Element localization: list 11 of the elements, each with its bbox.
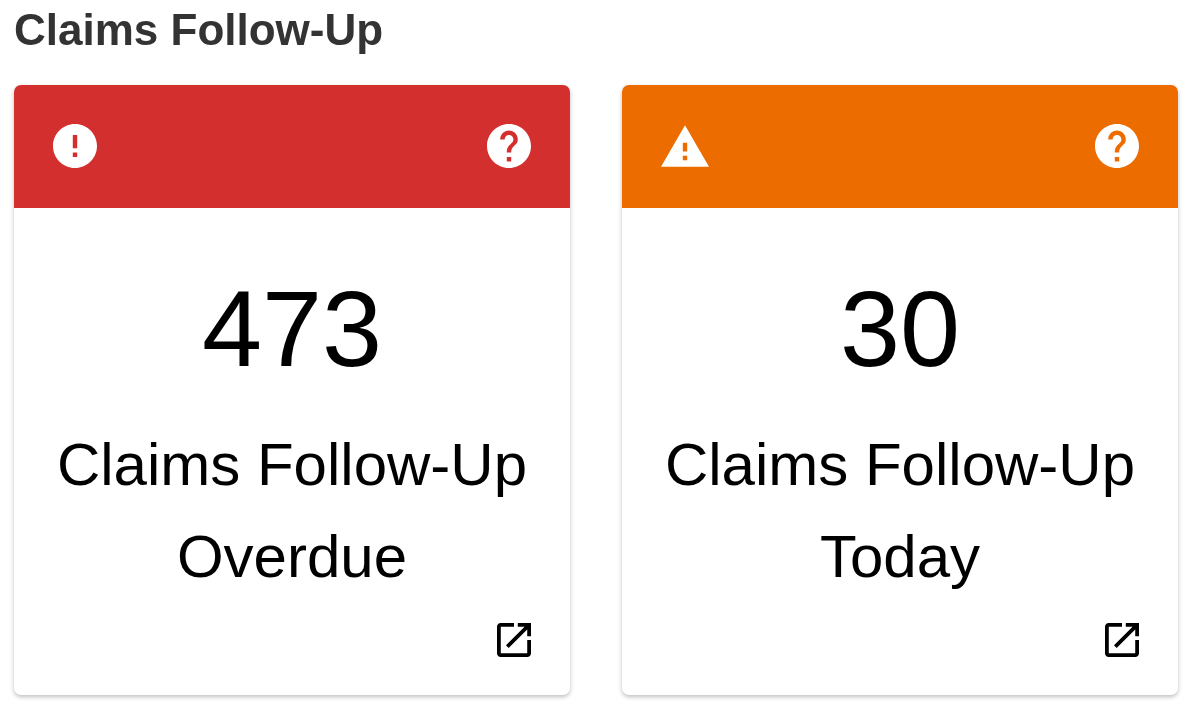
warning-icon <box>661 125 709 168</box>
help-icon[interactable] <box>1095 124 1139 169</box>
card-label: Claims Follow-Up Overdue <box>55 430 529 593</box>
help-icon[interactable] <box>487 124 531 169</box>
card-label: Claims Follow-Up Today <box>663 430 1137 593</box>
page-title: Claims Follow-Up <box>14 4 385 56</box>
external-link-icon[interactable] <box>1105 622 1139 657</box>
count-value: 473 <box>201 266 383 391</box>
external-link-icon[interactable] <box>497 622 531 657</box>
error-icon <box>53 124 97 169</box>
count-value: 30 <box>839 266 961 391</box>
